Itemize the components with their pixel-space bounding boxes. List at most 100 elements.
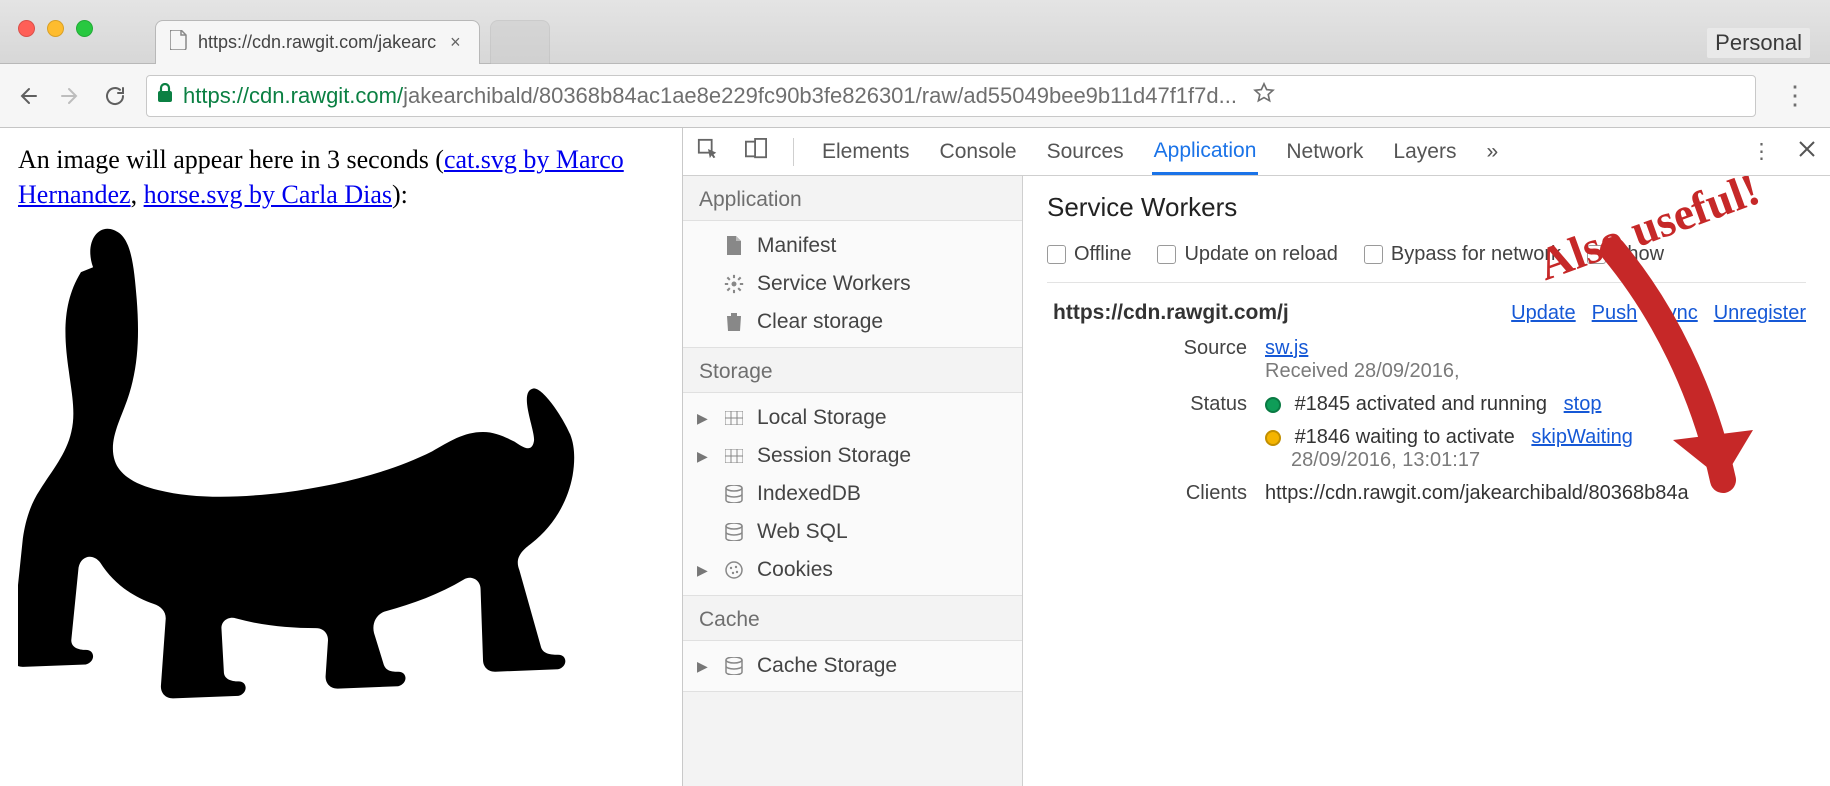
tab-application[interactable]: Application xyxy=(1152,129,1259,175)
origin-row: https://cdn.rawgit.com/j Update Push Syn… xyxy=(1047,301,1806,325)
sidebar-item-indexeddb[interactable]: IndexedDB xyxy=(683,475,1022,513)
profile-badge[interactable]: Personal xyxy=(1707,28,1810,58)
sidebar-section-cache: Cache xyxy=(683,596,1022,640)
checkbox-bypass-network[interactable]: Bypass for network xyxy=(1364,243,1561,266)
device-toolbar-icon[interactable] xyxy=(745,138,767,166)
status-activated: #1845 activated and running stop xyxy=(1265,393,1806,416)
clients-row: Clients https://cdn.rawgit.com/jakearchi… xyxy=(1047,482,1806,505)
url-text: https://cdn.rawgit.com/jakearchibald/803… xyxy=(183,83,1237,109)
devtools-menu-button[interactable]: ⋮ xyxy=(1751,139,1772,164)
url-path: jakearchibald/80368b84ac1ae8e229fc90b3fe… xyxy=(403,83,1237,108)
sidebar-item-label: Session Storage xyxy=(757,444,911,468)
content-area: An image will appear here in 3 seconds (… xyxy=(0,128,1830,786)
grid-icon xyxy=(723,411,745,425)
back-button[interactable] xyxy=(14,83,40,109)
sidebar-item-cache-storage[interactable]: ▶ Cache Storage xyxy=(683,647,1022,685)
cookie-icon xyxy=(723,561,745,579)
sidebar-item-label: Cache Storage xyxy=(757,654,897,678)
checkbox-update-on-reload[interactable]: Update on reload xyxy=(1157,243,1337,266)
source-link[interactable]: sw.js xyxy=(1265,337,1308,359)
action-push[interactable]: Push xyxy=(1592,302,1638,325)
window-controls xyxy=(18,20,93,37)
panel-options-row: Offline Update on reload Bypass for netw… xyxy=(1047,237,1806,283)
sidebar-section-storage: Storage xyxy=(683,348,1022,392)
checkbox-show-all[interactable]: Show xyxy=(1587,243,1664,266)
tabs-overflow-button[interactable]: » xyxy=(1484,130,1500,174)
page-text-after: ): xyxy=(392,180,408,209)
sidebar-item-label: Cookies xyxy=(757,558,833,582)
sidebar-item-clear-storage[interactable]: Clear storage xyxy=(683,303,1022,341)
checkbox-offline[interactable]: Offline xyxy=(1047,243,1131,266)
file-icon xyxy=(170,30,188,55)
status-waiting: #1846 waiting to activate skipWaiting 28… xyxy=(1265,426,1806,472)
zoom-window-button[interactable] xyxy=(76,20,93,37)
sidebar-item-session-storage[interactable]: ▶ Session Storage xyxy=(683,437,1022,475)
chevron-right-icon[interactable]: ▶ xyxy=(697,658,711,675)
database-icon xyxy=(723,523,745,541)
status-dot-orange xyxy=(1265,430,1281,446)
sidebar-item-label: Web SQL xyxy=(757,520,848,544)
reload-button[interactable] xyxy=(102,83,128,109)
file-icon xyxy=(723,236,745,256)
sidebar-item-label: Manifest xyxy=(757,234,836,258)
browser-toolbar: https://cdn.rawgit.com/jakearchibald/803… xyxy=(0,64,1830,128)
page-text: An image will appear here in 3 seconds ( xyxy=(18,145,444,174)
bookmark-star-icon[interactable] xyxy=(1247,82,1281,110)
status-dot-green xyxy=(1265,397,1281,413)
sidebar-item-label: Local Storage xyxy=(757,406,887,430)
lock-icon xyxy=(157,83,173,109)
sidebar-item-cookies[interactable]: ▶ Cookies xyxy=(683,551,1022,589)
clients-value: https://cdn.rawgit.com/jakearchibald/803… xyxy=(1265,482,1806,505)
close-tab-button[interactable]: × xyxy=(446,32,465,53)
chevron-right-icon[interactable]: ▶ xyxy=(697,448,711,465)
browser-tab[interactable]: https://cdn.rawgit.com/jakearc × xyxy=(155,20,480,64)
address-bar[interactable]: https://cdn.rawgit.com/jakearchibald/803… xyxy=(146,75,1756,117)
panel-title: Service Workers xyxy=(1047,192,1806,223)
tab-sources[interactable]: Sources xyxy=(1045,130,1126,174)
close-window-button[interactable] xyxy=(18,20,35,37)
sidebar-item-label: IndexedDB xyxy=(757,482,861,506)
tab-console[interactable]: Console xyxy=(938,130,1019,174)
separator xyxy=(793,138,794,166)
window-titlebar: https://cdn.rawgit.com/jakearc × Persona… xyxy=(0,0,1830,64)
devtools-pane: Elements Console Sources Application Net… xyxy=(683,128,1830,786)
chevron-right-icon[interactable]: ▶ xyxy=(697,562,711,579)
new-tab-button[interactable] xyxy=(490,20,550,64)
action-skipwaiting[interactable]: skipWaiting xyxy=(1531,426,1633,448)
url-host: ://cdn.rawgit.com/ xyxy=(231,83,403,108)
database-icon xyxy=(723,657,745,675)
grid-icon xyxy=(723,449,745,463)
sidebar-item-label: Clear storage xyxy=(757,310,883,334)
sidebar-item-label: Service Workers xyxy=(757,272,911,296)
sidebar-item-websql[interactable]: Web SQL xyxy=(683,513,1022,551)
devtools-tabbar: Elements Console Sources Application Net… xyxy=(683,128,1830,176)
source-received: Received 28/09/2016, xyxy=(1265,360,1460,382)
link-horse-svg[interactable]: horse.svg by Carla Dias xyxy=(144,180,392,209)
status-waiting-time: 28/09/2016, 13:01:17 xyxy=(1291,449,1806,472)
tab-network[interactable]: Network xyxy=(1284,130,1365,174)
webpage-content: An image will appear here in 3 seconds (… xyxy=(0,128,683,786)
action-update[interactable]: Update xyxy=(1511,302,1576,325)
devtools-close-button[interactable] xyxy=(1798,140,1816,164)
action-stop[interactable]: stop xyxy=(1564,393,1602,415)
tab-strip: https://cdn.rawgit.com/jakearc × xyxy=(155,20,550,64)
sidebar-item-service-workers[interactable]: Service Workers xyxy=(683,265,1022,303)
minimize-window-button[interactable] xyxy=(47,20,64,37)
inspect-element-icon[interactable] xyxy=(697,138,719,166)
sidebar-item-local-storage[interactable]: ▶ Local Storage xyxy=(683,399,1022,437)
forward-button[interactable] xyxy=(58,83,84,109)
tab-elements[interactable]: Elements xyxy=(820,130,912,174)
gear-icon xyxy=(723,274,745,294)
clients-label: Clients xyxy=(1047,482,1247,505)
action-unregister[interactable]: Unregister xyxy=(1714,302,1806,325)
source-label: Source xyxy=(1047,337,1247,360)
status-activated-text: #1845 activated and running xyxy=(1295,393,1547,415)
browser-menu-button[interactable]: ⋮ xyxy=(1774,80,1816,111)
chevron-right-icon[interactable]: ▶ xyxy=(697,410,711,427)
trash-icon xyxy=(723,312,745,332)
url-scheme: https xyxy=(183,83,231,108)
action-sync[interactable]: Sync xyxy=(1653,302,1697,325)
sidebar-item-manifest[interactable]: Manifest xyxy=(683,227,1022,265)
tab-layers[interactable]: Layers xyxy=(1391,130,1458,174)
page-text-sep: , xyxy=(131,180,144,209)
